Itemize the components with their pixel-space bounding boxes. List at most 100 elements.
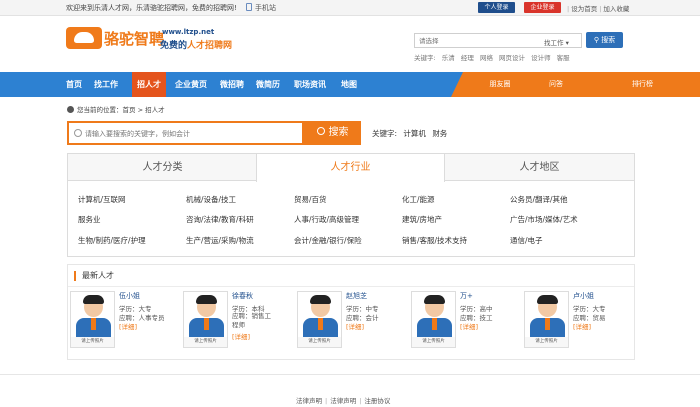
avatar-hair bbox=[537, 295, 558, 304]
mobile-site-link[interactable]: 手机站 bbox=[246, 3, 276, 13]
nav-item-map[interactable]: 地图 bbox=[341, 72, 357, 97]
category-tabs: 人才分类 人才行业 人才地区 bbox=[68, 154, 634, 182]
search-icon bbox=[74, 129, 82, 137]
photo-caption: 请上传照片 bbox=[184, 337, 227, 347]
tab-talent-industry[interactable]: 人才行业 bbox=[256, 154, 445, 182]
category-panel: 人才分类 人才行业 人才地区 计算机/互联网 机械/设备/技工 贸易/百货 化工… bbox=[67, 153, 635, 257]
talent-detail-link[interactable]: [详细] bbox=[119, 321, 137, 331]
tab-talent-category[interactable]: 人才分类 bbox=[68, 154, 257, 181]
avatar[interactable]: 请上传照片 bbox=[411, 291, 456, 348]
category-item[interactable]: 销售/客服/技术支持 bbox=[402, 235, 467, 246]
avatar-hair bbox=[196, 295, 217, 304]
talent-name[interactable]: 徐春秋 bbox=[232, 291, 253, 301]
header-search-button[interactable]: ⚲ 搜索 bbox=[586, 32, 623, 48]
category-item[interactable]: 贸易/百货 bbox=[294, 194, 327, 205]
nav-item-home[interactable]: 首页 bbox=[66, 72, 82, 97]
category-item[interactable]: 机械/设备/技工 bbox=[186, 194, 236, 205]
category-item[interactable]: 计算机/互联网 bbox=[78, 194, 126, 205]
keyword-link[interactable]: 客服 bbox=[557, 54, 570, 62]
keyword-link[interactable]: 设计师 bbox=[531, 54, 551, 62]
avatar-tie bbox=[204, 318, 209, 330]
footer-link-legal[interactable]: 法律声明 bbox=[296, 397, 322, 405]
main-search-input[interactable] bbox=[85, 128, 295, 139]
nav-item-company[interactable]: 企业黄页 bbox=[175, 72, 207, 97]
footer-link-agreement[interactable]: 注册协议 bbox=[364, 397, 390, 405]
tab-talent-region[interactable]: 人才地区 bbox=[445, 154, 634, 181]
nav-item-news[interactable]: 职场资讯 bbox=[294, 72, 326, 97]
nav-sub-ranking[interactable]: 排行榜 bbox=[615, 72, 670, 97]
photo-caption: 请上传照片 bbox=[298, 337, 341, 347]
avatar[interactable]: 请上传照片 bbox=[524, 291, 569, 348]
keyword-link[interactable]: 网页设计 bbox=[499, 54, 525, 62]
main-search-button[interactable]: 搜索 bbox=[304, 121, 361, 145]
talent-detail-link[interactable]: [详细] bbox=[460, 321, 478, 331]
person-login-button[interactable]: 个人登录 bbox=[478, 2, 515, 13]
avatar-hair bbox=[310, 295, 331, 304]
talent-detail-link[interactable]: [详细] bbox=[232, 331, 250, 341]
keyword-link[interactable]: 计算机 bbox=[403, 129, 426, 138]
avatar-tie bbox=[91, 318, 96, 330]
camel-logo-icon[interactable] bbox=[66, 27, 102, 49]
breadcrumb-sep: > bbox=[137, 106, 144, 114]
top-bar: 欢迎来到乐清人才网，乐清骆驼招聘网，免费的招聘网! 手机站 个人登录 企业登录 … bbox=[0, 0, 700, 16]
talent-detail-link[interactable]: [详细] bbox=[573, 321, 591, 331]
category-item[interactable]: 会计/金融/银行/保险 bbox=[294, 235, 362, 246]
keyword-link[interactable]: 乐清 bbox=[442, 54, 455, 62]
nav-sub-bar: 朋友圈 问答 排行榜 bbox=[451, 72, 700, 97]
logo-slogan: 免费的人才招聘网 bbox=[160, 38, 232, 51]
talent-card: 请上传照片 伍小姐 学历：大专 应聘：人事专员 [详细] bbox=[70, 291, 170, 353]
header-search-input[interactable] bbox=[419, 36, 539, 46]
talent-name[interactable]: 卢小姐 bbox=[573, 291, 594, 301]
header-keywords: 关键字: 乐清 经理 网络 网页设计 设计师 客服 bbox=[414, 52, 574, 62]
top-links: | 设为首页 | 加入收藏 bbox=[565, 3, 629, 13]
nav-item-hire[interactable]: 招人才 bbox=[132, 72, 166, 97]
category-item[interactable]: 人事/行政/高级管理 bbox=[294, 214, 359, 225]
avatar[interactable]: 请上传照片 bbox=[70, 291, 115, 348]
logo-name[interactable]: 骆驼智聘 bbox=[104, 28, 164, 49]
welcome-text: 欢迎来到乐清人才网，乐清骆驼招聘网，免费的招聘网! bbox=[66, 4, 237, 12]
category-item[interactable]: 咨询/法律/教育/科研 bbox=[186, 214, 254, 225]
breadcrumb-current: 招人才 bbox=[145, 106, 165, 114]
talent-name[interactable]: 伍小姐 bbox=[119, 291, 140, 301]
divider: | bbox=[359, 397, 362, 405]
avatar-hair bbox=[424, 295, 445, 304]
slogan-part-a: 免费的 bbox=[160, 41, 188, 51]
keyword-link[interactable]: 财务 bbox=[432, 129, 447, 138]
category-item[interactable]: 化工/能源 bbox=[402, 194, 435, 205]
avatar-tie bbox=[432, 318, 437, 330]
talent-name[interactable]: 赵旭芝 bbox=[346, 291, 367, 301]
header-search-type-select[interactable]: 找工作 ▾ bbox=[544, 37, 569, 47]
category-item[interactable]: 生产/营运/采购/物流 bbox=[186, 235, 254, 246]
search-icon: ⚲ bbox=[593, 36, 599, 44]
talent-name[interactable]: 万+ bbox=[460, 291, 473, 301]
add-favorite-link[interactable]: 加入收藏 bbox=[603, 5, 629, 13]
nav-item-find-job[interactable]: 找工作 bbox=[94, 72, 118, 97]
footer-link-legal-2[interactable]: 法律声明 bbox=[330, 397, 356, 405]
category-item[interactable]: 服务业 bbox=[78, 214, 101, 225]
main-keywords: 关键字: 计算机 财务 bbox=[368, 128, 447, 139]
talent-detail-link[interactable]: [详细] bbox=[346, 321, 364, 331]
phone-icon bbox=[246, 3, 252, 11]
breadcrumb-home[interactable]: 首页 bbox=[123, 106, 136, 114]
category-item[interactable]: 公务员/翻译/其他 bbox=[510, 194, 568, 205]
avatar[interactable]: 请上传照片 bbox=[297, 291, 342, 348]
nav-item-wechat-resume[interactable]: 微简历 bbox=[256, 72, 280, 97]
nav-sub-friends[interactable]: 朋友圈 bbox=[475, 72, 525, 97]
avatar[interactable]: 请上传照片 bbox=[183, 291, 228, 348]
talent-card: 请上传照片 卢小姐 学历：大专 应聘：贸易 [详细] bbox=[524, 291, 624, 353]
avatar-tie bbox=[318, 318, 323, 330]
talent-card: 请上传照片 赵旭芝 学历：中专 应聘：会计 [详细] bbox=[297, 291, 397, 353]
nav-item-wechat-hire[interactable]: 微招聘 bbox=[220, 72, 244, 97]
chevron-down-icon: ▾ bbox=[565, 39, 569, 47]
talent-card: 请上传照片 万+ 学历：高中 应聘：技工 [详细] bbox=[411, 291, 511, 353]
company-login-button[interactable]: 企业登录 bbox=[524, 2, 561, 13]
nav-sub-qa[interactable]: 问答 bbox=[531, 72, 581, 97]
latest-talents-title: 最新人才 bbox=[74, 271, 114, 281]
category-item[interactable]: 生物/制药/医疗/护理 bbox=[78, 235, 146, 246]
category-item[interactable]: 通信/电子 bbox=[510, 235, 543, 246]
keyword-link[interactable]: 经理 bbox=[461, 54, 474, 62]
set-home-link[interactable]: 设为首页 bbox=[571, 5, 597, 13]
category-item[interactable]: 广告/市场/媒体/艺术 bbox=[510, 214, 578, 225]
category-item[interactable]: 建筑/房地产 bbox=[402, 214, 442, 225]
keyword-link[interactable]: 网络 bbox=[480, 54, 493, 62]
